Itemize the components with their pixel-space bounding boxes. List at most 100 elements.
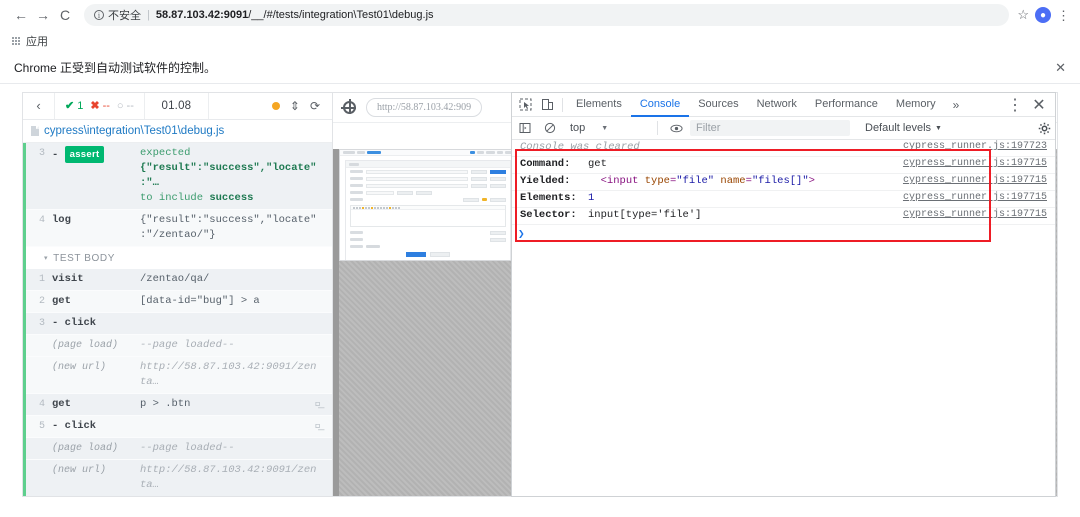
- console-sidebar-icon[interactable]: [514, 117, 536, 139]
- reporter-header: ‹ ✔ 1 ✖ -- ○ -- 01.08 ⇕ ⟳: [23, 93, 332, 120]
- command-log[interactable]: 3 - assert expected {"result":"success",…: [23, 142, 332, 496]
- html-value-1: "file": [676, 175, 715, 187]
- clear-console-icon[interactable]: [539, 117, 561, 139]
- back-icon[interactable]: ←: [10, 4, 32, 26]
- kebab-menu-icon[interactable]: ⋮: [1004, 94, 1026, 116]
- site-info-icon[interactable]: i: [94, 10, 104, 20]
- console-filterbar: top ▼ Filter Default levels ▼: [512, 117, 1055, 140]
- command-row[interactable]: 2 get [data-id="bug"] > a: [26, 290, 332, 313]
- close-icon[interactable]: ✕: [1055, 60, 1066, 76]
- cypress-reporter: ‹ ✔ 1 ✖ -- ○ -- 01.08 ⇕ ⟳ cypress\integr…: [22, 92, 332, 497]
- stat-passed-value: 1: [77, 99, 84, 112]
- stat-pending: ○ --: [117, 100, 134, 112]
- console-row-cleared: Console was cleared cypress_runner.js:19…: [512, 140, 1055, 157]
- live-expression-icon[interactable]: [665, 117, 687, 139]
- console-source-link[interactable]: cypress_runner.js:197715: [903, 192, 1055, 203]
- command-number: 3: [38, 147, 45, 159]
- console-row: Command: get cypress_runner.js:197715: [512, 157, 1055, 174]
- command-row-page-event[interactable]: (new url) http://58.87.103.42:9091/zenta…: [26, 459, 332, 496]
- command-row-page-event[interactable]: (page load) --page loaded--: [26, 437, 332, 460]
- tab-memory[interactable]: Memory: [887, 93, 945, 117]
- step-next-icon[interactable]: ⇕: [290, 99, 300, 113]
- command-method: get: [52, 397, 71, 410]
- command-message: http://58.87.103.42:9091/zenta…: [140, 360, 317, 388]
- chevron-down-icon: ▾: [44, 255, 49, 263]
- assert-expected-value: {"result":"success","locate":"…: [140, 161, 317, 189]
- mini-rich-editor: [350, 205, 506, 227]
- address-bar[interactable]: i 不安全 | 58.87.103.42:9091/__/#/tests/int…: [84, 4, 1010, 26]
- child-command-dash: -: [52, 148, 65, 161]
- more-tabs-icon[interactable]: »: [945, 98, 968, 112]
- chevron-down-icon: ▼: [601, 124, 609, 132]
- command-row[interactable]: 5 - click 👁̲: [26, 415, 332, 438]
- spec-file-header[interactable]: cypress\integration\Test01\debug.js: [23, 119, 332, 143]
- command-method: visit: [52, 272, 84, 285]
- log-levels-select[interactable]: Default levels ▼: [853, 122, 942, 134]
- bookmark-apps-label[interactable]: 应用: [26, 33, 48, 49]
- command-method: (new url): [52, 361, 107, 373]
- stat-failed-value: --: [102, 99, 110, 112]
- console-prompt[interactable]: ❯: [512, 225, 1055, 242]
- console-source-link[interactable]: cypress_runner.js:197715: [903, 175, 1055, 186]
- cypress-runner: ‹ ✔ 1 ✖ -- ○ -- 01.08 ⇕ ⟳ cypress\integr…: [22, 92, 1058, 497]
- tab-performance[interactable]: Performance: [806, 93, 887, 117]
- command-message: {"result":"success","locate":"/zentao/"}: [140, 213, 317, 241]
- html-attr-1: type: [644, 175, 670, 187]
- app-iframe-preview[interactable]: [339, 149, 517, 261]
- devtools-tabbar: Elements Console Sources Network Perform…: [512, 93, 1055, 117]
- entry-key: Elements:: [520, 192, 577, 204]
- entry-key: Command:: [520, 158, 571, 170]
- console-row: Yielded: <input type="file" name="files[…: [512, 174, 1055, 191]
- url-host: 58.87.103.42:9091: [155, 9, 249, 21]
- command-row[interactable]: 1 visit /zentao/qa/: [26, 268, 332, 291]
- close-icon[interactable]: ✕: [1028, 94, 1050, 116]
- prompt-caret-icon: ❯: [518, 228, 525, 241]
- tab-network[interactable]: Network: [748, 93, 806, 117]
- console-source-link[interactable]: cypress_runner.js:197715: [903, 209, 1055, 220]
- command-row[interactable]: 3 - assert expected {"result":"success",…: [26, 142, 332, 210]
- automation-infobar: Chrome 正受到自动测试软件的控制。 ✕: [0, 52, 1080, 84]
- entry-value-html[interactable]: <input type="file" name="files[]">: [588, 175, 815, 187]
- tab-console[interactable]: Console: [630, 93, 690, 117]
- apps-grid-icon[interactable]: [12, 37, 20, 45]
- console-filter-input[interactable]: Filter: [690, 120, 850, 136]
- html-value-2: "files[]": [751, 175, 809, 187]
- hook-title: TEST BODY: [53, 252, 116, 264]
- mini-form-card: [345, 160, 511, 260]
- app-url-field[interactable]: http://58.87.103.42:909: [366, 98, 483, 117]
- reload-icon[interactable]: C: [54, 4, 76, 26]
- command-row-page-event[interactable]: (page load) --page loaded--: [26, 334, 332, 357]
- command-row-page-event[interactable]: (new url) http://58.87.103.42:9091/zenta…: [26, 356, 332, 394]
- gear-icon[interactable]: [1033, 117, 1055, 139]
- console-source-link[interactable]: cypress_runner.js:197723: [903, 141, 1055, 152]
- paused-dot-icon: [271, 101, 280, 110]
- console-row: Elements: 1 cypress_runner.js:197715: [512, 191, 1055, 208]
- device-toolbar-icon[interactable]: [536, 94, 558, 116]
- back-to-specs-button[interactable]: ‹: [23, 93, 55, 119]
- file-icon: [31, 125, 39, 136]
- star-icon[interactable]: ☆: [1017, 7, 1029, 23]
- command-method: (page load): [52, 442, 119, 454]
- kebab-menu-icon[interactable]: ⋮: [1057, 9, 1070, 22]
- console-source-link[interactable]: cypress_runner.js:197715: [903, 158, 1055, 169]
- crosshair-icon[interactable]: [341, 99, 356, 114]
- toolbar-actions: ☆ ● ⋮: [1017, 7, 1070, 23]
- console-output[interactable]: Console was cleared cypress_runner.js:19…: [512, 140, 1055, 496]
- command-method: - click: [52, 316, 97, 329]
- command-row[interactable]: 4 get p > .btn 👁̲: [26, 393, 332, 416]
- forward-icon[interactable]: →: [32, 4, 54, 26]
- console-entry: Yielded: <input type="file" name="files[…: [512, 175, 903, 187]
- command-row[interactable]: 4 log {"result":"success","locate":"/zen…: [26, 209, 332, 247]
- execution-context-select[interactable]: top ▼: [564, 122, 650, 134]
- tab-sources[interactable]: Sources: [689, 93, 747, 117]
- security-label: 不安全: [108, 10, 141, 22]
- tab-elements[interactable]: Elements: [567, 93, 631, 117]
- command-row[interactable]: 3 - click: [26, 312, 332, 335]
- assert-actual-value: success: [209, 191, 254, 204]
- page-content: ‹ ✔ 1 ✖ -- ○ -- 01.08 ⇕ ⟳ cypress\integr…: [0, 84, 1080, 517]
- eye-off-icon: 👁̲: [314, 419, 322, 432]
- profile-avatar-icon[interactable]: ●: [1035, 7, 1051, 23]
- restart-icon[interactable]: ⟳: [310, 99, 320, 113]
- inspect-element-icon[interactable]: [514, 94, 536, 116]
- hook-header-test-body[interactable]: ▾ TEST BODY: [26, 246, 332, 269]
